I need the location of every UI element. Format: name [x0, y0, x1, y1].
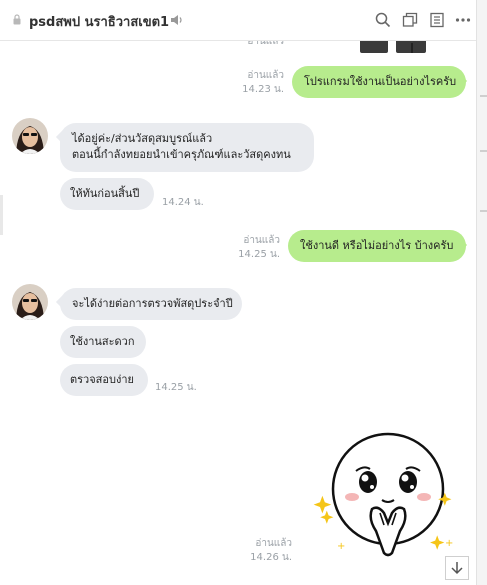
- notes-icon[interactable]: [429, 12, 445, 28]
- message-text: ได้อยู่ค่ะ/ส่วนวัสดุสมบูรณ์แล้ว: [72, 132, 213, 145]
- read-receipt: อ่านแล้ว: [247, 70, 284, 81]
- message-time: 14.23 น.: [242, 84, 284, 95]
- more-icon[interactable]: [455, 12, 471, 28]
- message-time: 14.24 น.: [162, 197, 204, 208]
- svg-text:+: +: [445, 538, 453, 549]
- arrow-down-icon: [451, 562, 463, 575]
- chat-window: psdสพป นราธิวาสเขต1 อ่านแล้ว อ่านแล้ว 14…: [0, 0, 476, 585]
- message-text: จะได้ง่ายต่อการตรวจพัสดุประจำปี: [72, 297, 233, 310]
- background-window-edge: [476, 0, 487, 585]
- message-text: ให้ทันก่อนสิ้นปี: [70, 187, 140, 200]
- message-list[interactable]: อ่านแล้ว อ่านแล้ว 14.23 น. โปรแกรมใช้งาน…: [0, 41, 476, 585]
- read-receipt: อ่านแล้ว: [255, 538, 292, 549]
- read-receipt: อ่านแล้ว: [247, 41, 284, 47]
- background-window-edge-left: [0, 195, 3, 235]
- avatar[interactable]: [12, 118, 48, 154]
- message-text: ตรวจสอบง่าย: [70, 373, 134, 386]
- message-text: ใช้งานดี หรือไม่อย่างไร บ้างครับ: [300, 239, 454, 252]
- message-bubble-incoming[interactable]: ได้อยู่ค่ะ/ส่วนวัสดุสมบูรณ์แล้ว ตอนนี้กำ…: [60, 123, 314, 172]
- read-receipt: อ่านแล้ว: [243, 235, 280, 246]
- scroll-to-bottom-button[interactable]: [445, 556, 469, 580]
- message-bubble-outgoing[interactable]: โปรแกรมใช้งานเป็นอย่างไรครับ: [292, 66, 466, 98]
- message-text: ตอนนี้กำลังทยอยนำเข้าครุภัณฑ์และวัสดุคงท…: [72, 148, 291, 161]
- sticker-partial: [360, 41, 426, 53]
- avatar[interactable]: [12, 284, 48, 320]
- message-bubble-incoming[interactable]: ใช้งานสะดวก: [60, 326, 146, 358]
- sticker-cony[interactable]: + +: [312, 425, 462, 561]
- window-icon[interactable]: [402, 12, 418, 28]
- speaker-icon[interactable]: [170, 13, 184, 27]
- chat-header: psdสพป นราธิวาสเขต1: [0, 0, 476, 41]
- message-bubble-outgoing[interactable]: ใช้งานดี หรือไม่อย่างไร บ้างครับ: [288, 230, 466, 262]
- message-time: 14.25 น.: [155, 382, 197, 393]
- message-bubble-incoming[interactable]: ตรวจสอบง่าย: [60, 364, 148, 396]
- message-bubble-incoming[interactable]: ให้ทันก่อนสิ้นปี: [60, 178, 154, 210]
- lock-icon: [13, 14, 21, 25]
- message-text: โปรแกรมใช้งานเป็นอย่างไรครับ: [304, 75, 457, 88]
- chat-title[interactable]: psdสพป นราธิวาสเขต1: [29, 11, 169, 32]
- message-time: 14.26 น.: [250, 552, 292, 563]
- message-time: 14.25 น.: [238, 249, 280, 260]
- message-bubble-incoming[interactable]: จะได้ง่ายต่อการตรวจพัสดุประจำปี: [60, 288, 242, 320]
- search-icon[interactable]: [375, 12, 391, 28]
- svg-text:+: +: [337, 541, 345, 552]
- message-text: ใช้งานสะดวก: [70, 335, 135, 348]
